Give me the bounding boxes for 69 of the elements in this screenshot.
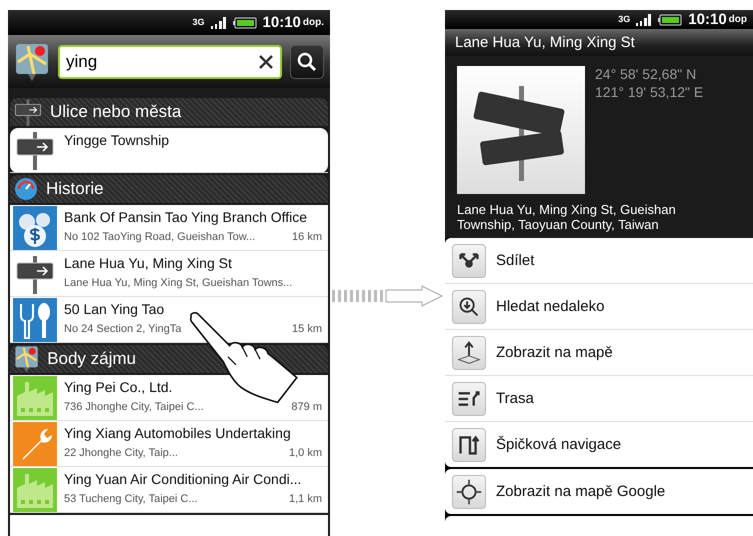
result-address: 736 Jhonghe City, Taipei C... xyxy=(64,401,204,413)
wrench-icon xyxy=(13,422,57,466)
clock-period: dop. xyxy=(302,17,324,28)
section-title: Body zájmu xyxy=(47,349,136,369)
coordinate: 121° 19' 53,12" E xyxy=(595,84,704,100)
section-title: Ulice nebo města xyxy=(50,102,182,122)
result-row[interactable]: Yingge Township xyxy=(10,128,328,173)
action-item[interactable]: Hledat nedaleko xyxy=(445,284,753,330)
action-item[interactable]: Trasa xyxy=(445,376,753,422)
search-button[interactable] xyxy=(290,44,324,78)
clock-time: 10:10 xyxy=(262,14,301,31)
search-text: ying xyxy=(66,52,98,72)
result-address: Lane Hua Yu, Ming Xing St, Gueishan Towns... xyxy=(64,277,292,289)
result-distance: 879 m xyxy=(291,401,322,413)
result-address: No 102 TaoYing Road, Gueishan Tow... xyxy=(64,231,256,243)
clock-period: dop xyxy=(728,14,747,26)
place-title: Lane Hua Yu, Ming Xing St xyxy=(445,29,753,56)
search-nearby-icon xyxy=(452,290,486,324)
result-distance: 16 km xyxy=(292,231,322,243)
result-title: Bank Of Pansin Tao Ying Branch Office xyxy=(64,209,308,225)
clock-time: 10:10 xyxy=(688,11,727,28)
money-bags-icon xyxy=(13,206,57,250)
action-label: Špičková navigace xyxy=(496,436,622,453)
result-distance: 1,0 km xyxy=(288,447,322,459)
signal-icon xyxy=(636,14,652,26)
result-title: Ying Xiang Automobiles Undertaking xyxy=(64,425,291,441)
action-label: Hledat nedaleko xyxy=(496,298,604,315)
share-icon xyxy=(452,244,486,278)
action-label: Zobrazit na mapě Google xyxy=(496,483,666,500)
coordinate: 24° 58' 52,68" N xyxy=(595,66,698,82)
factory-icon xyxy=(13,468,57,512)
signpost-icon xyxy=(14,98,42,126)
network-type: 3G xyxy=(192,18,205,27)
result-row[interactable]: Bank Of Pansin Tao Ying Branch Office No 102 TaoYing Road, Gueishan Tow... 16 km xyxy=(10,205,328,251)
result-title: 50 Lan Ying Tao xyxy=(64,301,164,317)
action-item[interactable]: Zobrazit na mapě Google xyxy=(445,469,753,514)
result-title: Yingge Township xyxy=(64,132,170,148)
crosshair-icon xyxy=(452,474,486,508)
result-title: Lane Hua Yu, Ming Xing St xyxy=(64,255,232,271)
result-distance: 1,1 km xyxy=(288,493,322,505)
result-distance: 15 km xyxy=(292,323,322,335)
search-icon xyxy=(297,52,317,72)
section-title: Historie xyxy=(46,179,104,199)
action-item[interactable]: Zobrazit na mapě xyxy=(445,330,753,376)
place-address: Lane Hua Yu, Ming Xing St, Gueishan Township, Taoyuan County, Taiwan xyxy=(457,202,677,232)
result-title: Ying Pei Co., Ltd. xyxy=(64,379,172,395)
result-row[interactable]: Ying Xiang Automobiles Undertaking 22 Jhonghe City, Taip... 1,0 km xyxy=(10,421,328,467)
result-title: Ying Yuan Air Conditioning Air Condi... xyxy=(64,471,302,487)
result-row[interactable]: Lane Hua Yu, Ming Xing St Lane Hua Yu, Ming Xing St, Gueishan Towns... xyxy=(10,251,328,297)
search-field[interactable]: ying xyxy=(58,44,282,78)
signpost-icon xyxy=(15,254,55,294)
gauge-icon xyxy=(14,177,38,201)
action-item[interactable]: Špičková navigace xyxy=(445,422,753,467)
result-row[interactable]: Ying Yuan Air Conditioning Air Condi... 53 Tucheng City, Taipei C... 1,1 km xyxy=(10,467,328,513)
battery-icon xyxy=(232,16,257,28)
factory-icon xyxy=(13,376,57,420)
navigation-icon xyxy=(452,428,486,462)
action-label: Zobrazit na mapě xyxy=(496,344,613,361)
action-label: Trasa xyxy=(496,390,534,407)
clear-icon[interactable] xyxy=(258,54,274,70)
action-item[interactable]: Sdílet xyxy=(445,238,753,284)
signal-icon xyxy=(210,16,227,28)
battery-icon xyxy=(658,14,682,26)
action-label: Sdílet xyxy=(496,252,534,269)
result-address: 53 Tucheng City, Taipei C... xyxy=(64,493,198,505)
network-type: 3G xyxy=(618,15,630,24)
result-address: No 24 Section 2, YingTa xyxy=(64,323,182,335)
result-address: 22 Jhonghe City, Taip... xyxy=(64,447,178,459)
route-icon xyxy=(452,382,486,416)
